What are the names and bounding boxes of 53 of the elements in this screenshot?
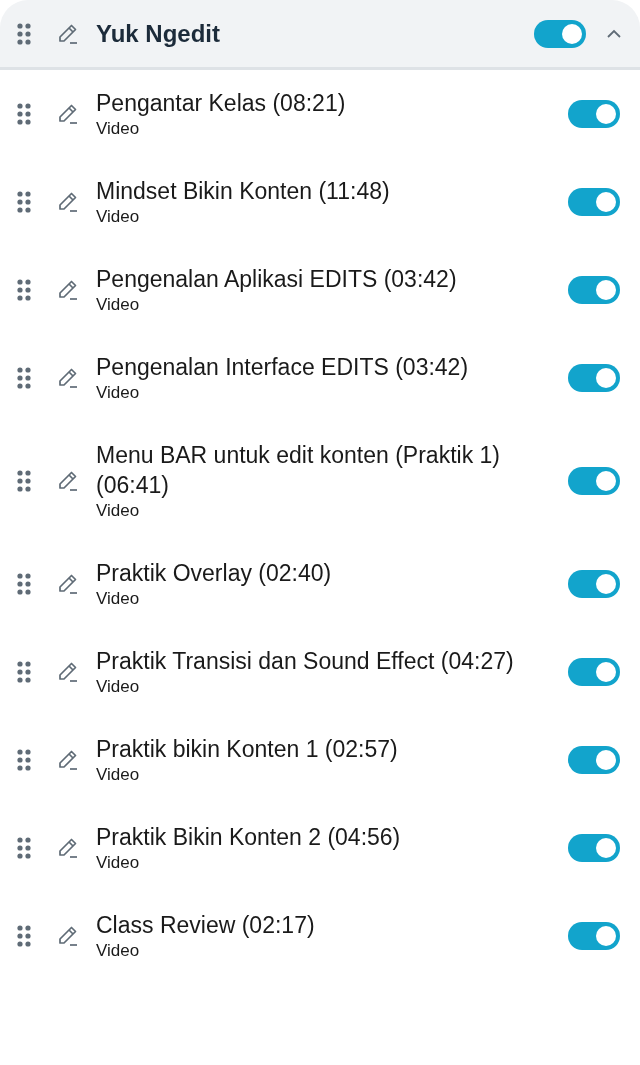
lesson-type: Video (96, 676, 141, 698)
pencil-icon[interactable] (56, 836, 80, 861)
lesson-title: Praktik Transisi dan Sound Effect (04:27) (96, 647, 515, 676)
toggle-switch[interactable] (568, 467, 620, 495)
lesson-title: Class Review (02:17) (96, 911, 316, 940)
lesson-title: Menu BAR untuk edit konten (Praktik 1) (06:41) (96, 441, 501, 500)
toggle-switch[interactable] (568, 746, 620, 774)
toggle-switch[interactable] (568, 658, 620, 686)
lesson-title: Mindset Bikin Konten (11:48) (96, 177, 391, 206)
drag-handle-icon[interactable] (16, 102, 32, 126)
lesson-type: Video (96, 206, 141, 228)
pencil-icon[interactable] (56, 190, 80, 215)
lesson-type: Video (96, 852, 141, 874)
lesson-title: Praktik Bikin Konten 2 (04:56) (96, 823, 402, 852)
lesson-type: Video (96, 118, 141, 140)
drag-handle-icon[interactable] (16, 748, 32, 772)
pencil-icon[interactable] (56, 102, 80, 127)
lesson-title: Praktik Overlay (02:40) (96, 559, 333, 588)
toggle-switch[interactable] (534, 19, 586, 48)
toggle-switch[interactable] (568, 188, 620, 216)
lesson-title: Pengantar Kelas (08:21) (96, 89, 347, 118)
pencil-icon[interactable] (56, 572, 80, 597)
toggle-switch[interactable] (568, 834, 620, 862)
lesson-type: Video (96, 500, 141, 522)
drag-handle-icon[interactable] (16, 278, 32, 302)
drag-handle-icon[interactable] (16, 366, 32, 390)
drag-handle-icon[interactable] (16, 572, 32, 596)
toggle-switch[interactable] (568, 100, 620, 128)
lesson-type: Video (96, 764, 141, 786)
pencil-icon[interactable] (56, 366, 80, 391)
toggle-switch[interactable] (568, 276, 620, 304)
drag-handle-icon[interactable] (16, 190, 32, 214)
pencil-icon[interactable] (56, 748, 80, 773)
lesson-title: Praktik bikin Konten 1 (02:57) (96, 735, 399, 764)
pencil-icon[interactable] (56, 924, 80, 949)
toggle-switch[interactable] (568, 364, 620, 392)
drag-handle-icon[interactable] (16, 660, 32, 684)
lesson-type: Video (96, 940, 141, 962)
lesson-title: Pengenalan Aplikasi EDITS (03:42) (96, 265, 458, 294)
lesson-title: Pengenalan Interface EDITS (03:42) (96, 353, 470, 382)
drag-handle-icon[interactable] (16, 469, 32, 493)
drag-handle-icon[interactable] (16, 836, 32, 860)
toggle-switch[interactable] (568, 922, 620, 950)
lesson-type: Video (96, 382, 141, 404)
pencil-icon[interactable] (56, 469, 80, 494)
drag-handle-icon[interactable] (16, 924, 32, 948)
pencil-icon[interactable] (56, 278, 80, 303)
lesson-type: Video (96, 588, 141, 610)
pencil-icon[interactable] (56, 660, 80, 685)
drag-handle-icon[interactable] (16, 21, 32, 46)
toggle-switch[interactable] (568, 570, 620, 598)
section-title: Yuk Ngedit (96, 18, 222, 49)
lesson-type: Video (96, 294, 141, 316)
